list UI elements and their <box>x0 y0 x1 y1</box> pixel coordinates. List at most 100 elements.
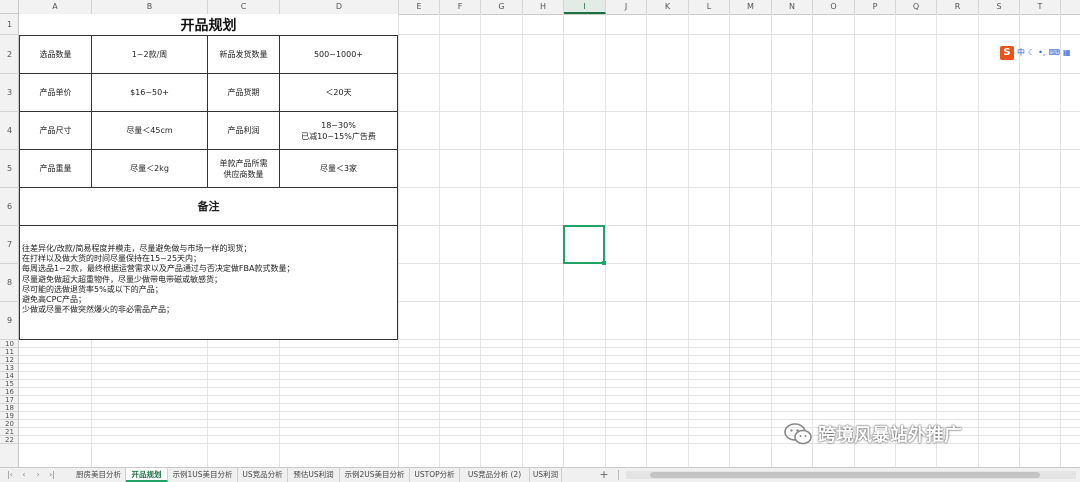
note-line: 少做或尽量不做突然爆火的非必需品产品； <box>22 305 174 315</box>
grid-line-horizontal <box>19 395 1080 396</box>
column-header-f[interactable]: F <box>440 0 481 14</box>
notes-title[interactable]: 备注 <box>19 187 398 226</box>
column-header-b[interactable]: B <box>92 0 208 14</box>
column-header-j[interactable]: J <box>606 0 647 14</box>
column-header-g[interactable]: G <box>481 0 523 14</box>
column-header-i[interactable]: I <box>564 0 606 14</box>
column-header-t[interactable]: T <box>1020 0 1061 14</box>
row-header-4[interactable]: 4 <box>0 112 19 150</box>
column-header-q[interactable]: Q <box>896 0 937 14</box>
grid-line-horizontal <box>19 419 1080 420</box>
last-sheet-icon[interactable]: ›| <box>46 468 58 482</box>
column-header-d[interactable]: D <box>280 0 399 14</box>
grid-icon[interactable]: ▦ <box>1063 48 1071 57</box>
grid-line-vertical <box>605 14 606 467</box>
cell-d3[interactable]: ＜20天 <box>279 73 398 112</box>
grid-line-vertical <box>729 14 730 467</box>
note-line: 往差异化/改款/简易程度并模走，尽量避免做与市场一样的现货； <box>22 244 252 253</box>
column-header-a[interactable]: A <box>19 0 92 14</box>
wechat-icon <box>784 423 812 445</box>
sheet-tab[interactable]: 预估US利润 <box>288 468 340 482</box>
row-header-8[interactable]: 8 <box>0 264 19 302</box>
cell-c2[interactable]: 新品发货数量 <box>207 35 280 74</box>
cell-b5[interactable]: 尽量＜2kg <box>91 149 208 188</box>
row-header-7[interactable]: 7 <box>0 226 19 264</box>
next-sheet-icon[interactable]: › <box>32 468 44 482</box>
row-header-9[interactable]: 9 <box>0 302 19 340</box>
grid-line-horizontal <box>19 403 1080 404</box>
column-header-c[interactable]: C <box>208 0 280 14</box>
sheet-tab[interactable]: US利润 <box>530 468 562 482</box>
select-all-corner[interactable] <box>0 0 19 14</box>
sheet-tab[interactable]: 开品规划 <box>126 468 168 482</box>
column-header-l[interactable]: L <box>689 0 730 14</box>
cell-b3[interactable]: $16~50+ <box>91 73 208 112</box>
row-header-2[interactable]: 2 <box>0 35 19 74</box>
cell-a3[interactable]: 产品单价 <box>19 73 92 112</box>
grid-line-horizontal <box>19 387 1080 388</box>
grid-line-horizontal <box>19 411 1080 412</box>
fill-handle[interactable] <box>602 261 606 265</box>
cell-d5[interactable]: 尽量＜3家 <box>279 149 398 188</box>
row-header-22[interactable]: 22 <box>0 436 19 444</box>
column-header-k[interactable]: K <box>647 0 689 14</box>
grid-line-vertical <box>688 14 689 467</box>
ime-mode-label[interactable]: 中 <box>1017 47 1025 58</box>
cell-a2[interactable]: 选品数量 <box>19 35 92 74</box>
cell-a4[interactable]: 产品尺寸 <box>19 111 92 150</box>
sheet-tab-bar: |‹ ‹ › ›| 厨房美目分析 开品规划 示例1US美目分析 US竞品分析 预估US利… <box>0 467 1080 482</box>
grid-line-vertical <box>398 14 399 467</box>
row-header-6[interactable]: 6 <box>0 188 19 226</box>
grid-line-vertical <box>522 14 523 467</box>
keyboard-icon[interactable]: ⌨ <box>1048 48 1060 57</box>
sheet-tab[interactable]: 示例1US美目分析 <box>168 468 238 482</box>
cell-c3[interactable]: 产品货期 <box>207 73 280 112</box>
tab-divider[interactable] <box>618 470 619 480</box>
sheet-tab[interactable]: USTOP分析 <box>410 468 460 482</box>
notes-cell[interactable]: 往差异化/改款/简易程度并模走，尽量避免做与市场一样的现货； 在打样以及做大货的… <box>19 225 398 340</box>
column-header-s[interactable]: S <box>979 0 1020 14</box>
sheet-tab[interactable]: US竞品分析 <box>238 468 288 482</box>
cell-c5[interactable]: 单款产品所需 供应商数量 <box>207 149 280 188</box>
watermark-text: 跨境风暴站外推广 <box>818 425 962 446</box>
row-header-1[interactable]: 1 <box>0 14 19 35</box>
grid-line-horizontal <box>19 363 1080 364</box>
note-line: 尽可能的选做退货率5%或以下的产品； <box>22 284 163 294</box>
sheet-tab[interactable]: 示例2US美目分析 <box>340 468 410 482</box>
cell-b4[interactable]: 尽量＜45cm <box>91 111 208 150</box>
cell-d4[interactable]: 18~30% 已减10~15%广告费 <box>279 111 398 150</box>
horizontal-scrollbar[interactable] <box>626 471 1076 479</box>
sogou-s-icon[interactable]: S <box>1000 45 1014 60</box>
grid-line-vertical <box>480 14 481 467</box>
column-header-o[interactable]: O <box>813 0 855 14</box>
cell-c4[interactable]: 产品利润 <box>207 111 280 150</box>
column-header-h[interactable]: H <box>523 0 564 14</box>
cell-d2[interactable]: 500~1000+ <box>279 35 398 74</box>
column-header-r[interactable]: R <box>937 0 979 14</box>
note-line: 尽量避免做超大超重物件，尽量少做带电带磁或敏感货； <box>22 274 222 284</box>
column-header-p[interactable]: P <box>855 0 896 14</box>
moon-icon[interactable]: ☾ <box>1028 48 1035 57</box>
grid-line-horizontal <box>19 347 1080 348</box>
active-cell-i7[interactable] <box>563 225 605 264</box>
scrollbar-thumb[interactable] <box>650 472 1040 478</box>
ime-toolbar[interactable]: S 中 ☾ •, ⌨ ▦ <box>1000 45 1080 60</box>
note-line: 每周选品1~2款，最终根据运营需求以及产品通过与否决定做FBA款式数量； <box>22 264 295 274</box>
sheet-tab[interactable]: US竞品分析 (2) <box>460 468 530 482</box>
column-header-n[interactable]: N <box>772 0 813 14</box>
cell-a5[interactable]: 产品重量 <box>19 149 92 188</box>
sheet-tab[interactable]: 厨房美目分析 <box>72 468 126 482</box>
cell-b2[interactable]: 1~2款/周 <box>91 35 208 74</box>
grid-line-vertical <box>439 14 440 467</box>
grid-line-vertical <box>1019 14 1020 467</box>
column-header-m[interactable]: M <box>730 0 772 14</box>
first-sheet-icon[interactable]: |‹ <box>4 468 16 482</box>
row-header-5[interactable]: 5 <box>0 150 19 188</box>
add-sheet-icon[interactable]: + <box>597 468 611 482</box>
grid-line-vertical <box>1060 14 1061 467</box>
punctuation-icon[interactable]: •, <box>1038 48 1045 57</box>
sheet-title[interactable]: 开品规划 <box>19 14 398 35</box>
prev-sheet-icon[interactable]: ‹ <box>18 468 30 482</box>
row-header-3[interactable]: 3 <box>0 74 19 112</box>
column-header-e[interactable]: E <box>399 0 440 14</box>
